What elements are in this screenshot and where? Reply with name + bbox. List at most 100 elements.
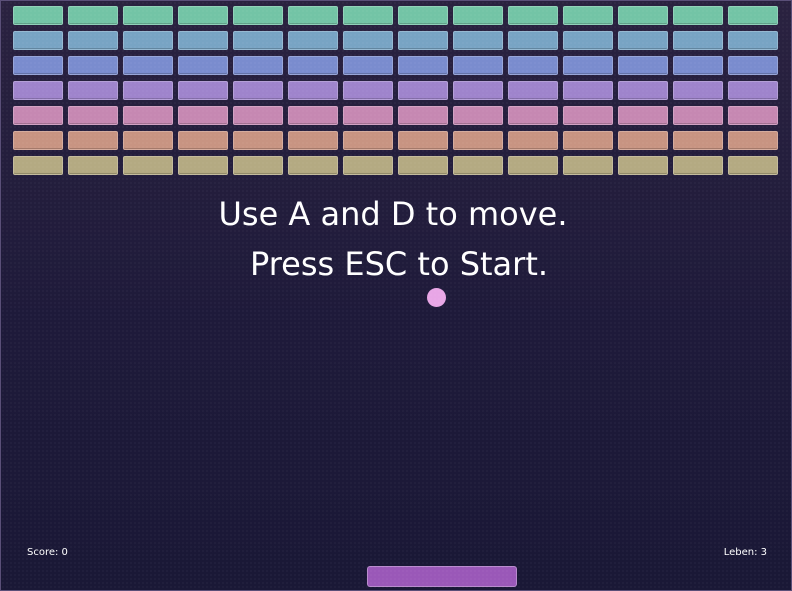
brick xyxy=(233,31,283,50)
brick xyxy=(13,31,63,50)
brick xyxy=(673,81,723,100)
brick xyxy=(673,106,723,125)
brick xyxy=(563,56,613,75)
brick xyxy=(563,31,613,50)
brick xyxy=(673,31,723,50)
brick xyxy=(398,31,448,50)
brick xyxy=(398,156,448,175)
brick xyxy=(728,6,778,25)
brick xyxy=(343,156,393,175)
brick xyxy=(618,6,668,25)
brick xyxy=(563,6,613,25)
brick xyxy=(453,31,503,50)
brick xyxy=(123,156,173,175)
brick xyxy=(233,156,283,175)
brick xyxy=(13,56,63,75)
brick xyxy=(343,6,393,25)
brick xyxy=(508,106,558,125)
brick xyxy=(13,131,63,150)
brick xyxy=(123,131,173,150)
brick xyxy=(288,56,338,75)
brick xyxy=(728,56,778,75)
brick xyxy=(343,131,393,150)
brick xyxy=(728,106,778,125)
brick xyxy=(563,106,613,125)
paddle[interactable] xyxy=(367,566,517,587)
brick xyxy=(673,156,723,175)
brick xyxy=(68,156,118,175)
brick xyxy=(398,56,448,75)
brick xyxy=(123,31,173,50)
brick xyxy=(508,56,558,75)
brick xyxy=(123,106,173,125)
brick xyxy=(673,56,723,75)
brick xyxy=(398,6,448,25)
brick-wall xyxy=(13,6,780,178)
lives-label: Leben: 3 xyxy=(723,547,767,558)
brick xyxy=(728,156,778,175)
brick xyxy=(453,6,503,25)
brick xyxy=(178,156,228,175)
brick xyxy=(618,131,668,150)
brick xyxy=(343,31,393,50)
brick xyxy=(288,106,338,125)
brick xyxy=(343,106,393,125)
brick xyxy=(453,156,503,175)
brick xyxy=(233,6,283,25)
brick xyxy=(68,106,118,125)
instructions-line-2: Press ESC to Start. xyxy=(249,245,549,283)
brick xyxy=(618,56,668,75)
brick xyxy=(728,81,778,100)
brick xyxy=(68,81,118,100)
score-label: Score: 0 xyxy=(27,547,68,558)
brick xyxy=(233,81,283,100)
brick xyxy=(618,156,668,175)
brick xyxy=(398,106,448,125)
game-canvas[interactable]: Use A and D to move. Press ESC to Start.… xyxy=(0,0,792,591)
brick xyxy=(178,6,228,25)
brick xyxy=(618,31,668,50)
brick xyxy=(618,106,668,125)
brick xyxy=(453,131,503,150)
brick xyxy=(68,56,118,75)
brick xyxy=(673,6,723,25)
brick xyxy=(508,156,558,175)
brick xyxy=(13,106,63,125)
brick xyxy=(288,31,338,50)
brick xyxy=(673,131,723,150)
brick xyxy=(68,6,118,25)
brick xyxy=(288,131,338,150)
brick xyxy=(13,81,63,100)
brick xyxy=(233,56,283,75)
brick xyxy=(233,131,283,150)
brick xyxy=(508,31,558,50)
brick xyxy=(508,6,558,25)
brick xyxy=(178,56,228,75)
brick xyxy=(398,131,448,150)
brick xyxy=(178,81,228,100)
instructions-line-1: Use A and D to move. xyxy=(218,195,568,233)
brick xyxy=(563,81,613,100)
brick xyxy=(453,56,503,75)
brick xyxy=(178,31,228,50)
brick xyxy=(123,81,173,100)
brick xyxy=(453,81,503,100)
brick xyxy=(13,6,63,25)
brick xyxy=(398,81,448,100)
brick xyxy=(68,131,118,150)
brick xyxy=(68,31,118,50)
brick xyxy=(288,6,338,25)
brick xyxy=(178,131,228,150)
brick xyxy=(728,131,778,150)
brick xyxy=(563,131,613,150)
brick xyxy=(508,131,558,150)
brick xyxy=(508,81,558,100)
brick xyxy=(123,6,173,25)
brick xyxy=(343,56,393,75)
brick xyxy=(233,106,283,125)
brick xyxy=(178,106,228,125)
brick xyxy=(288,81,338,100)
ball xyxy=(427,288,446,307)
brick xyxy=(618,81,668,100)
brick xyxy=(13,156,63,175)
